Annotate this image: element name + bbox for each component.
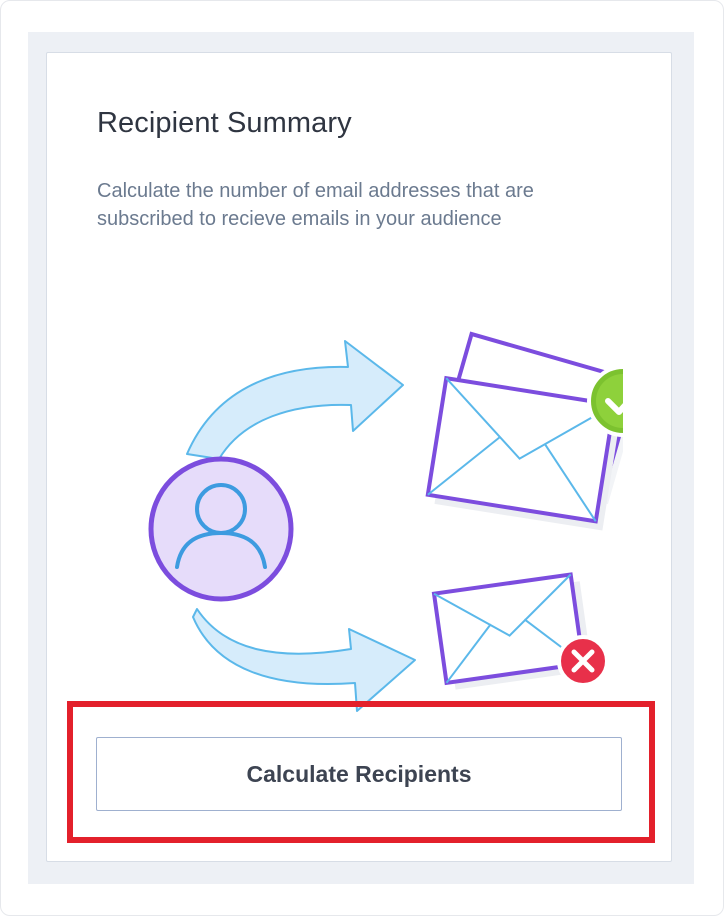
envelope-x-icon [431,572,609,690]
calculate-recipients-button[interactable]: Calculate Recipients [96,737,622,811]
card-description: Calculate the number of email addresses … [97,180,534,230]
arrow-lower-icon [192,608,416,712]
card-title: Recipient Summary [97,107,352,139]
user-avatar-icon [148,456,294,602]
arrow-upper-icon [186,340,404,460]
envelopes-check-icon [425,331,623,531]
recipient-illustration [148,331,623,712]
